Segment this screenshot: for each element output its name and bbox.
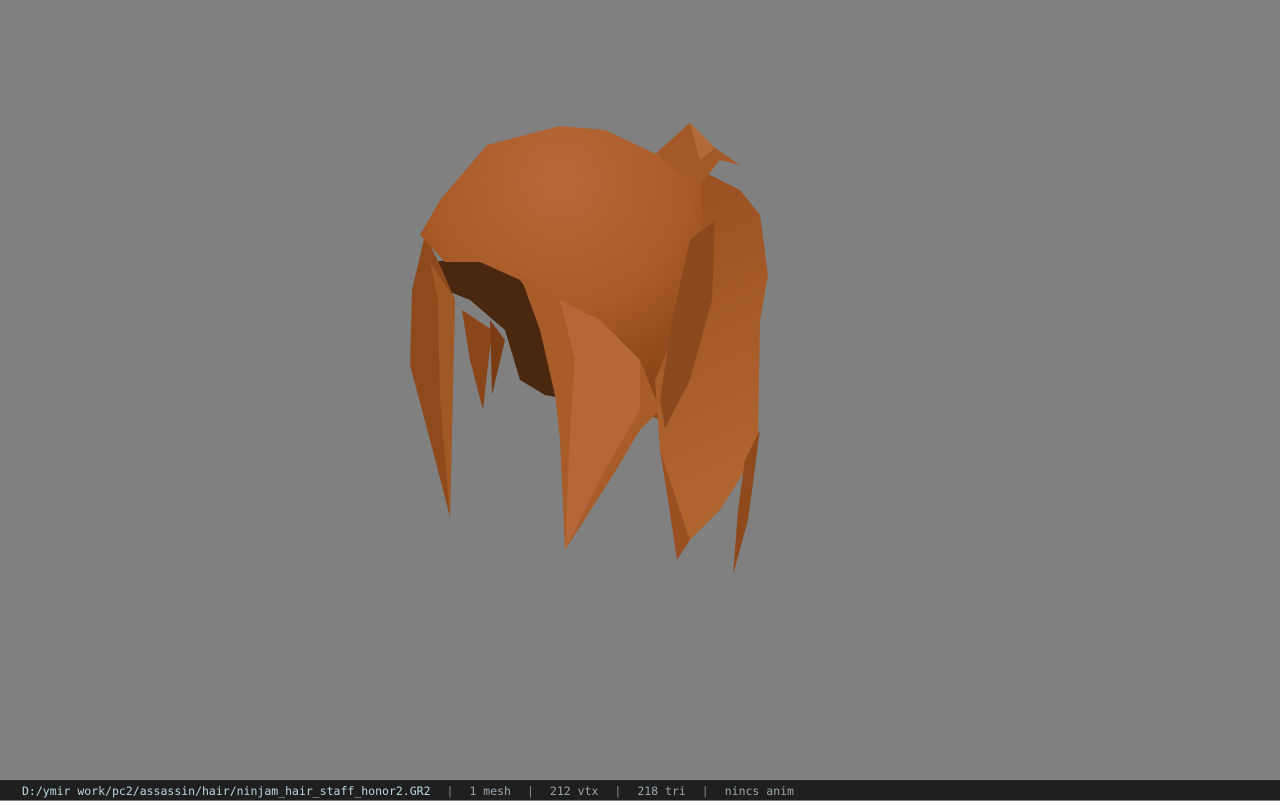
mesh-strand-inner-1: [462, 310, 492, 410]
file-path: D:/ymir work/pc2/assassin/hair/ninjam_ha…: [22, 783, 431, 798]
triangle-count: 218 tri: [637, 783, 686, 798]
animation-status: nincs anim: [724, 783, 794, 798]
mesh-count: 1 mesh: [469, 783, 511, 798]
hair-mesh-render[interactable]: [0, 0, 1280, 780]
status-separator: |: [526, 783, 534, 798]
status-separator: |: [614, 783, 622, 798]
status-separator: |: [701, 783, 709, 798]
vertex-count: 212 vtx: [549, 783, 599, 798]
mesh-strand-inner-2: [490, 320, 505, 395]
status-bar: D:/ymir work/pc2/assassin/hair/ninjam_ha…: [0, 780, 1280, 800]
3d-viewport[interactable]: [0, 0, 1280, 780]
status-separator: |: [446, 783, 454, 798]
